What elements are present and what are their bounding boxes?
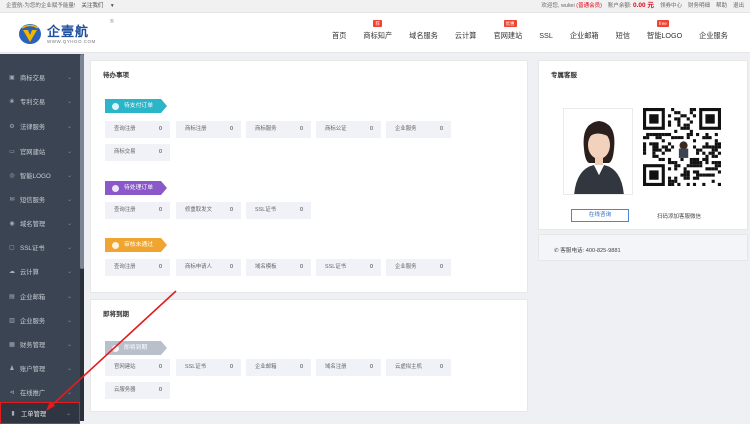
- annotation-arrow: [46, 290, 177, 411]
